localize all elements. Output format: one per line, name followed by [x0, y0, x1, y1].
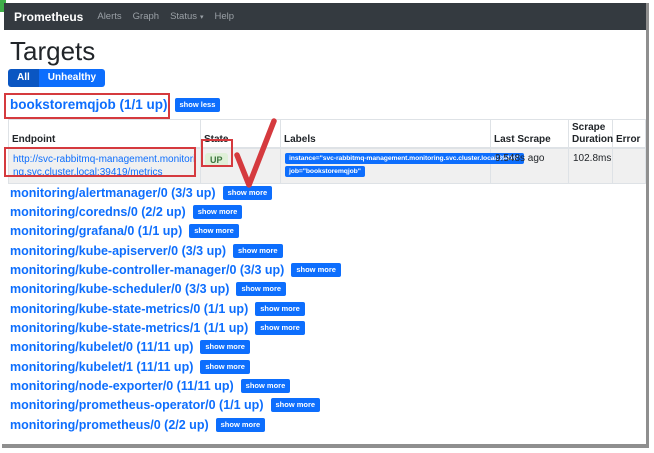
- list-item: monitoring/kube-state-metrics/1 (1/1 up)…: [10, 318, 341, 337]
- job-link-kube-apiserver[interactable]: monitoring/kube-apiserver/0 (3/3 up): [10, 244, 226, 258]
- nav-alerts[interactable]: Alerts: [97, 11, 121, 22]
- show-more-button[interactable]: show more: [240, 379, 291, 394]
- list-item: monitoring/alertmanager/0 (3/3 up) show …: [10, 183, 341, 202]
- show-less-button[interactable]: show less: [174, 97, 221, 112]
- column-header-error: Error: [612, 119, 646, 149]
- last-scrape-cell: 9.548s ago: [490, 147, 569, 184]
- scrape-duration-cell: 102.8ms: [568, 147, 613, 184]
- error-cell: [612, 147, 646, 184]
- nav-status-dropdown[interactable]: Status ▾: [170, 11, 203, 22]
- show-more-button[interactable]: show more: [200, 340, 250, 355]
- column-header-labels: Labels: [280, 119, 491, 149]
- job-link-alertmanager[interactable]: monitoring/alertmanager/0 (3/3 up): [10, 186, 216, 200]
- job-link-kubelet-1[interactable]: monitoring/kubelet/1 (11/11 up): [10, 360, 193, 374]
- show-more-button[interactable]: show more: [200, 359, 250, 374]
- table-row: http://svc-rabbitmq-management.monitorin…: [8, 147, 646, 184]
- list-item: monitoring/prometheus-operator/0 (1/1 up…: [10, 396, 341, 415]
- table-header-row: Endpoint State Labels Last Scrape Scrape…: [8, 119, 646, 149]
- column-header-state: State: [200, 119, 281, 149]
- label-badge-job: job="bookstoremqjob": [285, 166, 365, 177]
- show-more-button[interactable]: show more: [189, 224, 239, 239]
- show-more-button[interactable]: show more: [233, 243, 283, 258]
- show-more-button[interactable]: show more: [270, 398, 321, 413]
- nav-graph[interactable]: Graph: [133, 11, 159, 22]
- page-title: Targets: [10, 36, 96, 66]
- list-item: monitoring/kubelet/1 (11/11 up) show mor…: [10, 357, 341, 376]
- list-item: monitoring/grafana/0 (1/1 up) show more: [10, 222, 341, 241]
- list-item: monitoring/prometheus/0 (2/2 up) show mo…: [10, 415, 341, 434]
- show-more-button[interactable]: show more: [255, 321, 305, 336]
- show-more-button[interactable]: show more: [215, 417, 266, 432]
- nav-help[interactable]: Help: [215, 11, 235, 22]
- job-link-kube-scheduler[interactable]: monitoring/kube-scheduler/0 (3/3 up): [10, 282, 229, 296]
- show-more-button[interactable]: show more: [255, 301, 305, 316]
- screenshot-border-right: [646, 3, 649, 447]
- list-item: monitoring/coredns/0 (2/2 up) show more: [10, 202, 341, 221]
- show-more-button[interactable]: show more: [222, 185, 273, 200]
- labels-cell: instance="svc-rabbitmq-management.monito…: [280, 147, 524, 184]
- job-link-node-exporter[interactable]: monitoring/node-exporter/0 (11/11 up): [10, 379, 234, 393]
- column-header-endpoint: Endpoint: [8, 119, 201, 149]
- job-link-kubelet-0[interactable]: monitoring/kubelet/0 (11/11 up): [10, 340, 193, 354]
- filter-all-button[interactable]: All: [8, 69, 39, 87]
- job-link-grafana[interactable]: monitoring/grafana/0 (1/1 up): [10, 224, 182, 238]
- job-link-kube-state-metrics-0[interactable]: monitoring/kube-state-metrics/0 (1/1 up): [10, 302, 248, 316]
- targets-table: Endpoint State Labels Last Scrape Scrape…: [8, 119, 646, 184]
- show-more-button[interactable]: show more: [291, 263, 341, 278]
- job-link-prometheus[interactable]: monitoring/prometheus/0 (2/2 up): [10, 418, 209, 432]
- show-more-button[interactable]: show more: [236, 282, 287, 297]
- list-item: monitoring/kube-scheduler/0 (3/3 up) sho…: [10, 280, 341, 299]
- job-link-bookstoremqjob[interactable]: bookstoremqjob (1/1 up): [10, 97, 168, 112]
- nav-status-label: Status: [170, 11, 197, 22]
- screenshot-border-bottom: [2, 444, 649, 448]
- column-header-last-scrape: Last Scrape: [490, 119, 569, 149]
- show-more-button[interactable]: show more: [192, 205, 243, 220]
- filter-button-group: All Unhealthy: [8, 69, 106, 87]
- list-item: monitoring/kube-state-metrics/0 (1/1 up)…: [10, 299, 341, 318]
- state-up-badge: UP: [205, 153, 228, 167]
- label-badge-instance: instance="svc-rabbitmq-management.monito…: [285, 153, 524, 164]
- job-link-prometheus-operator[interactable]: monitoring/prometheus-operator/0 (1/1 up…: [10, 398, 264, 412]
- job-link-kube-controller-manager[interactable]: monitoring/kube-controller-manager/0 (3/…: [10, 263, 284, 277]
- list-item: monitoring/kube-apiserver/0 (3/3 up) sho…: [10, 241, 341, 260]
- filter-unhealthy-button[interactable]: Unhealthy: [38, 69, 106, 87]
- list-item: monitoring/node-exporter/0 (11/11 up) sh…: [10, 376, 341, 395]
- collapsed-jobs-list: monitoring/alertmanager/0 (3/3 up) show …: [10, 183, 341, 434]
- list-item: monitoring/kube-controller-manager/0 (3/…: [10, 260, 341, 279]
- endpoint-cell: http://svc-rabbitmq-management.monitorin…: [8, 147, 201, 184]
- list-item: monitoring/kubelet/0 (11/11 up) show mor…: [10, 338, 341, 357]
- column-header-scrape-duration: Scrape Duration: [568, 119, 613, 149]
- endpoint-link[interactable]: http://svc-rabbitmq-management.monitorin…: [13, 153, 196, 179]
- app-brand[interactable]: Prometheus: [14, 10, 83, 24]
- caret-down-icon: ▾: [200, 13, 204, 21]
- expanded-job-heading: bookstoremqjob (1/1 up) show less: [10, 97, 221, 112]
- job-link-kube-state-metrics-1[interactable]: monitoring/kube-state-metrics/1 (1/1 up): [10, 321, 248, 335]
- job-link-coredns[interactable]: monitoring/coredns/0 (2/2 up): [10, 205, 186, 219]
- state-cell: UP: [200, 147, 281, 184]
- labels-stack: instance="svc-rabbitmq-management.monito…: [285, 153, 524, 177]
- navbar: Prometheus Alerts Graph Status ▾ Help: [4, 3, 646, 30]
